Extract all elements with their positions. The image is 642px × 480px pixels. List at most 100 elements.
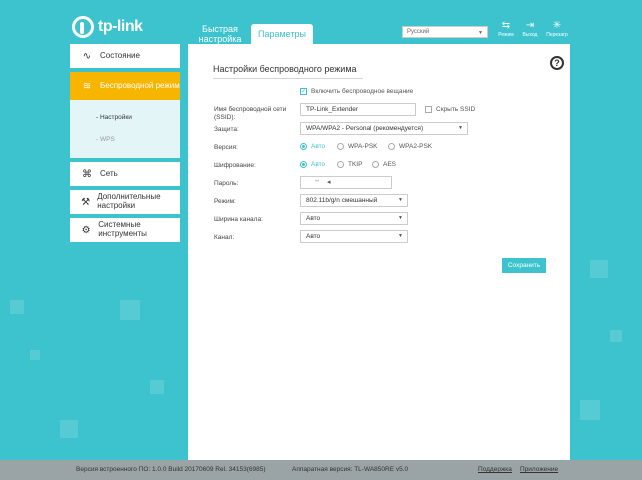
save-button[interactable]: Сохранить bbox=[502, 258, 546, 273]
submenu-item-wps[interactable]: - WPS bbox=[70, 128, 180, 150]
sidebar-item-label: Дополнительные настройки bbox=[97, 192, 161, 210]
chevron-down-icon: ▼ bbox=[398, 215, 403, 221]
ssid-input[interactable]: TP-Link_Extender bbox=[300, 103, 416, 116]
bg-square bbox=[60, 420, 78, 438]
radio-label: WPA2-PSK bbox=[399, 143, 433, 150]
security-value: WPA/WPA2 - Personal (рекомендуется) bbox=[306, 125, 424, 132]
tab-parameters[interactable]: Параметры bbox=[251, 24, 313, 46]
radio-icon bbox=[337, 161, 344, 168]
logout-label: Выход bbox=[522, 32, 538, 38]
reboot-button[interactable]: ⇆ Режим bbox=[494, 20, 518, 38]
radio-label: TKIP bbox=[348, 161, 363, 168]
ssid-label: Имя беспроводной сети (SSID): bbox=[214, 106, 287, 122]
app-link[interactable]: Приложение bbox=[520, 466, 558, 473]
security-select[interactable]: WPA/WPA2 - Personal (рекомендуется) ▼ bbox=[300, 122, 468, 135]
chevron-down-icon: ▼ bbox=[478, 30, 483, 36]
channel-value: Авто bbox=[306, 233, 321, 240]
password-label: Пароль: bbox=[214, 180, 239, 187]
sidebar-item-network[interactable]: ⌘ Сеть bbox=[70, 162, 180, 186]
mode-label: Режим: bbox=[214, 198, 236, 205]
language-value: Русский bbox=[407, 29, 430, 35]
radio-icon bbox=[388, 143, 395, 150]
mode-select[interactable]: 802.11b/g/n смешанный ▼ bbox=[300, 194, 408, 207]
language-select[interactable]: Русский ▼ bbox=[402, 26, 488, 38]
sidebar-item-label: Состояние bbox=[100, 50, 140, 60]
wifi-icon: ≋ bbox=[82, 80, 92, 92]
restart-icon: ✳ bbox=[552, 20, 562, 31]
reboot-icon: ⇆ bbox=[501, 20, 511, 31]
encryption-radio-tkip[interactable]: TKIP bbox=[337, 161, 362, 168]
radio-icon bbox=[337, 143, 344, 150]
radio-label: Авто bbox=[311, 143, 326, 150]
channel-width-select[interactable]: Авто ▼ bbox=[300, 212, 408, 225]
logo-text: tp-link bbox=[98, 18, 143, 35]
firmware-version: Версия встроенного ПО: 1.0.0 Build 20170… bbox=[76, 466, 266, 473]
eye-icon[interactable]: ◂ bbox=[327, 178, 331, 186]
submenu-item-settings[interactable]: - Настройки bbox=[70, 106, 180, 128]
restart-button[interactable]: ✳ Перезагр bbox=[545, 20, 569, 38]
wireless-submenu: - Настройки - WPS bbox=[70, 100, 180, 158]
chevron-down-icon: ▼ bbox=[398, 197, 403, 203]
footer: Версия встроенного ПО: 1.0.0 Build 20170… bbox=[0, 460, 642, 480]
encryption-radio-auto[interactable]: Авто bbox=[300, 161, 325, 168]
bg-square bbox=[580, 400, 600, 420]
restart-label: Перезагр bbox=[546, 32, 568, 38]
version-radio-wpa2-psk[interactable]: WPA2-PSK bbox=[388, 143, 432, 150]
radio-label: WPA-PSK bbox=[348, 143, 378, 150]
sidebar-item-status[interactable]: ∿ Состояние bbox=[70, 44, 180, 68]
enable-wireless-label: Включить беспроводное вещание bbox=[311, 88, 414, 95]
tp-link-logo: tp-link bbox=[72, 16, 143, 38]
bg-square bbox=[30, 350, 40, 360]
bg-square bbox=[10, 300, 24, 314]
password-input[interactable]: •• ◂ bbox=[300, 176, 392, 189]
chevron-down-icon: ▼ bbox=[398, 233, 403, 239]
encryption-label: Шифрование: bbox=[214, 162, 256, 169]
logout-icon: ⇥ bbox=[525, 20, 535, 31]
enable-wireless-checkbox[interactable]: ✓ Включить беспроводное вещание bbox=[300, 88, 413, 95]
hide-ssid-checkbox[interactable]: Скрыть SSID bbox=[425, 106, 475, 113]
tab-quick-setup[interactable]: Быстрая настройка bbox=[194, 24, 246, 46]
network-icon: ⌘ bbox=[82, 168, 92, 180]
pulse-icon: ∿ bbox=[82, 50, 92, 62]
tp-link-logo-icon bbox=[72, 16, 94, 38]
password-mask: •• bbox=[315, 179, 320, 185]
bg-square bbox=[610, 330, 622, 342]
encryption-radio-aes[interactable]: AES bbox=[372, 161, 396, 168]
sidebar-item-label: Беспроводной режим bbox=[100, 80, 180, 90]
reboot-label: Режим bbox=[498, 32, 514, 38]
help-icon[interactable]: ? bbox=[550, 56, 564, 70]
hardware-version: Аппаратная версия: TL-WA850RE v5.0 bbox=[292, 466, 409, 473]
checkbox-checked-icon: ✓ bbox=[300, 88, 307, 95]
version-radio-auto[interactable]: Авто bbox=[300, 143, 325, 150]
hide-ssid-label: Скрыть SSID bbox=[436, 106, 476, 113]
bg-square bbox=[150, 380, 164, 394]
sidebar-item-label: Системные инструменты bbox=[98, 220, 147, 238]
main-panel: Настройки беспроводного режима ? ✓ Включ… bbox=[188, 44, 570, 460]
radio-icon bbox=[372, 161, 379, 168]
sidebar-item-advanced[interactable]: ⚒ Дополнительные настройки bbox=[70, 190, 180, 214]
channel-label: Канал: bbox=[214, 234, 235, 241]
bg-square bbox=[590, 260, 608, 278]
checkbox-icon bbox=[425, 106, 432, 113]
sidebar: ∿ Состояние ≋ Беспроводной режим - Настр… bbox=[70, 44, 180, 246]
radio-selected-icon bbox=[300, 161, 307, 168]
channel-select[interactable]: Авто ▼ bbox=[300, 230, 408, 243]
logout-button[interactable]: ⇥ Выход bbox=[518, 20, 542, 38]
security-label: Защита: bbox=[214, 126, 239, 133]
tools-icon: ⚙ bbox=[81, 224, 91, 236]
radio-selected-icon bbox=[300, 143, 307, 150]
version-label: Версия: bbox=[214, 144, 238, 151]
version-radio-wpa-psk[interactable]: WPA-PSK bbox=[337, 143, 378, 150]
page-title: Настройки беспроводного режима bbox=[213, 64, 363, 79]
bg-square bbox=[120, 300, 140, 320]
sidebar-item-system-tools[interactable]: ⚙ Системные инструменты bbox=[70, 218, 180, 242]
sidebar-item-wireless[interactable]: ≋ Беспроводной режим bbox=[70, 72, 180, 100]
support-link[interactable]: Поддержка bbox=[478, 466, 512, 473]
sidebar-item-label: Сеть bbox=[100, 168, 118, 178]
wrench-icon: ⚒ bbox=[81, 196, 91, 208]
channel-width-label: Ширина канала: bbox=[214, 216, 263, 223]
chevron-down-icon: ▼ bbox=[458, 125, 463, 131]
radio-label: AES bbox=[383, 161, 397, 168]
radio-label: Авто bbox=[311, 161, 326, 168]
channel-width-value: Авто bbox=[306, 215, 321, 222]
